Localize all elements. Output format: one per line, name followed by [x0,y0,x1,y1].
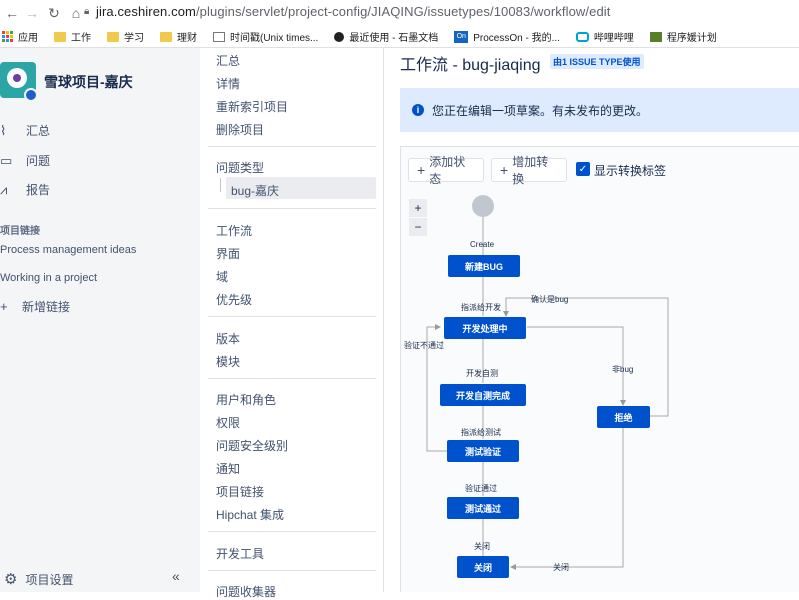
transition-label-assign-dev[interactable]: 指派给开发 [461,302,501,313]
transition-label-confirm-bug[interactable]: 确认是bug [531,294,568,305]
transition-label-create[interactable]: Create [470,240,494,249]
status-rejected[interactable]: 拒绝 [597,406,650,428]
status-test-verify[interactable]: 测试验证 [447,440,519,462]
status-selftest-done[interactable]: 开发自测完成 [440,384,526,406]
transition-label-dev-selftest[interactable]: 开发自测 [466,368,498,379]
transition-label-verify-fail[interactable]: 验证不通过 [404,340,444,351]
transition-label-close1[interactable]: 关闭 [474,541,490,552]
connector-close2 [510,428,624,570]
status-closed[interactable]: 关闭 [457,556,509,578]
transition-label-not-bug[interactable]: 非bug [612,364,633,375]
connector-confirm-bug [503,297,669,417]
start-node[interactable] [472,195,494,217]
transition-label-verify-pass[interactable]: 验证通过 [465,483,497,494]
status-test-pass[interactable]: 测试通过 [447,497,519,519]
status-dev-in-progress[interactable]: 开发处理中 [444,317,526,339]
transition-label-close2[interactable]: 关闭 [553,562,569,573]
transition-label-assign-test[interactable]: 指派给测试 [461,427,501,438]
workflow-connectors [426,217,669,570]
connector-not-bug [527,326,626,406]
status-new-bug[interactable]: 新建BUG [448,255,520,277]
